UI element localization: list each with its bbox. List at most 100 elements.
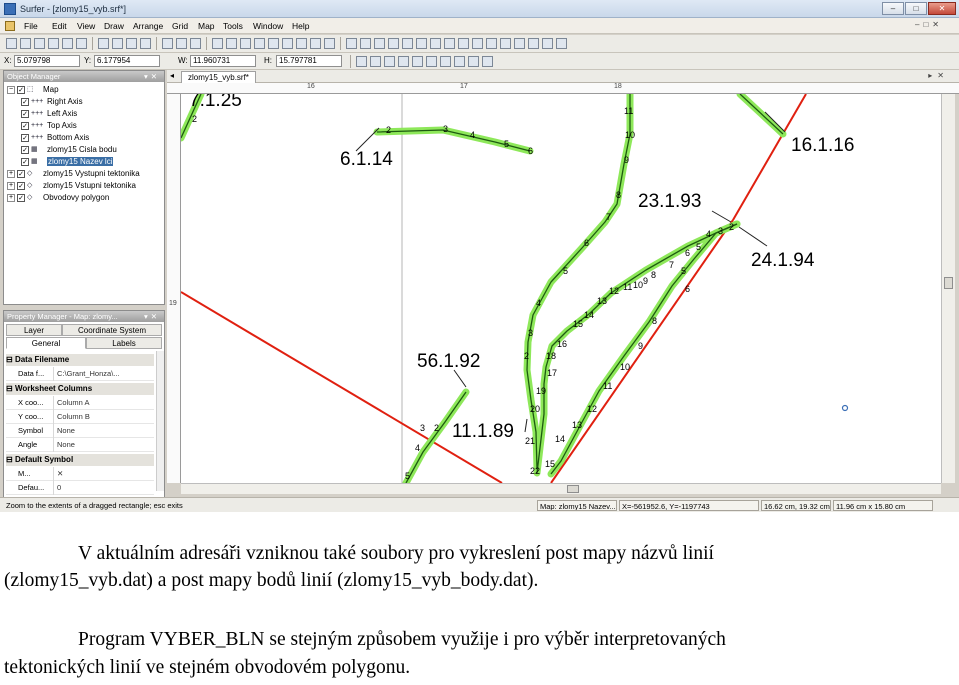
- mdi-controls[interactable]: –□✕: [915, 20, 943, 29]
- zoom-selected-icon[interactable]: [254, 38, 265, 49]
- tree-item-nazev-lci[interactable]: ✓ ▦ zlomy15 Nazev lci: [21, 156, 114, 168]
- print-icon[interactable]: [62, 38, 73, 49]
- checkbox-icon[interactable]: ✓: [17, 86, 25, 94]
- rectangle-icon[interactable]: [388, 38, 399, 49]
- mesh-icon[interactable]: [500, 38, 511, 49]
- tab-nav-icons[interactable]: ▸✕: [928, 71, 949, 80]
- image-map-icon[interactable]: [412, 56, 423, 67]
- prop-row-symbol[interactable]: Symbol None: [6, 424, 154, 438]
- prop-value[interactable]: C:\Grant_Honza\...: [53, 367, 154, 381]
- menu-map[interactable]: Map: [198, 21, 215, 31]
- pan-icon[interactable]: [310, 38, 321, 49]
- 3d-view-icon[interactable]: [482, 56, 493, 67]
- tab-layer[interactable]: Layer: [6, 324, 62, 336]
- prop-value[interactable]: Column A: [53, 396, 154, 410]
- vertical-scrollbar[interactable]: [941, 94, 955, 483]
- symbol-icon[interactable]: [444, 38, 455, 49]
- actual-size-icon[interactable]: [296, 38, 307, 49]
- section-data-filename[interactable]: ⊟ Data Filename: [6, 354, 154, 366]
- toolbar-options-icon[interactable]: [556, 38, 567, 49]
- h-field[interactable]: 15.797781: [276, 55, 342, 67]
- prop-row-x-column[interactable]: X coo... Column A: [6, 396, 154, 410]
- tree-item-vstupni[interactable]: + ✓ ◇ zlomy15 Vstupni tektonika: [7, 180, 136, 192]
- scroll-thumb[interactable]: [944, 277, 953, 289]
- tree-item-left-axis[interactable]: ✓ +++ Left Axis: [21, 108, 77, 120]
- select-all-icon[interactable]: [190, 38, 201, 49]
- paste-icon[interactable]: [126, 38, 137, 49]
- maximize-button[interactable]: □: [905, 2, 927, 15]
- prop-value[interactable]: None: [53, 438, 154, 452]
- prop-value[interactable]: None: [53, 424, 154, 438]
- menu-edit[interactable]: Edit: [52, 21, 67, 31]
- tree-item-map[interactable]: − ✓ ⬚ Map: [7, 84, 59, 96]
- horizontal-scrollbar[interactable]: [181, 483, 941, 494]
- redraw-icon[interactable]: [324, 38, 335, 49]
- checkbox-icon[interactable]: ✓: [21, 98, 29, 106]
- map-canvas[interactable]: 2 2 3 4 5 6 11 10 9 8 7 6 5 4 3 2 18 17 19 20 21 22 16 15 14 13 12…: [181, 94, 941, 483]
- checkbox-icon[interactable]: ✓: [21, 110, 29, 118]
- base-map-icon[interactable]: [384, 56, 395, 67]
- rounded-rectangle-icon[interactable]: [402, 38, 413, 49]
- scroll-thumb[interactable]: [567, 485, 579, 493]
- save-icon[interactable]: [48, 38, 59, 49]
- menu-tools[interactable]: Tools: [223, 21, 243, 31]
- reshape-icon[interactable]: [458, 38, 469, 49]
- menu-file[interactable]: File: [24, 21, 38, 31]
- x-field[interactable]: 5.079798: [14, 55, 80, 67]
- menu-arrange[interactable]: Arrange: [133, 21, 163, 31]
- checkbox-icon[interactable]: ✓: [21, 122, 29, 130]
- menu-grid[interactable]: Grid: [172, 21, 188, 31]
- y-field[interactable]: 6.177954: [94, 55, 160, 67]
- open-icon[interactable]: [34, 38, 45, 49]
- prop-row-angle[interactable]: Angle None: [6, 438, 154, 452]
- tree-item-top-axis[interactable]: ✓ +++ Top Axis: [21, 120, 77, 132]
- property-scrollbar[interactable]: [156, 351, 164, 491]
- prop-row-data-file[interactable]: Data f... C:\Grant_Honza\...: [6, 367, 154, 381]
- tree-item-bottom-axis[interactable]: ✓ +++ Bottom Axis: [21, 132, 89, 144]
- menu-view[interactable]: View: [77, 21, 95, 31]
- shaded-relief-icon[interactable]: [426, 56, 437, 67]
- tab-labels[interactable]: Labels: [86, 337, 162, 349]
- arrow-icon[interactable]: [486, 38, 497, 49]
- expand-icon[interactable]: +: [7, 170, 15, 178]
- pane-controls[interactable]: ▾✕: [144, 71, 160, 82]
- w-field[interactable]: 11.960731: [190, 55, 256, 67]
- new-icon[interactable]: [6, 38, 17, 49]
- prop-value[interactable]: 0: [53, 481, 154, 495]
- ellipse-icon[interactable]: [416, 38, 427, 49]
- menu-help[interactable]: Help: [292, 21, 309, 31]
- prop-value[interactable]: Column B: [53, 410, 154, 424]
- collapse-icon[interactable]: −: [7, 86, 15, 94]
- polyline-icon[interactable]: [360, 38, 371, 49]
- section-default-symbol[interactable]: ⊟ Default Symbol: [6, 454, 154, 466]
- undo-icon[interactable]: [162, 38, 173, 49]
- zoom-page-icon[interactable]: [268, 38, 279, 49]
- checkbox-icon[interactable]: ✓: [21, 134, 29, 142]
- pane-controls[interactable]: ▾✕: [144, 311, 160, 322]
- document-tab[interactable]: zlomy15_vyb.srf*: [181, 71, 256, 83]
- wireframe-icon[interactable]: [454, 56, 465, 67]
- copy-icon[interactable]: [112, 38, 123, 49]
- checkbox-icon[interactable]: ✓: [21, 146, 29, 154]
- checkbox-icon[interactable]: ✓: [17, 194, 25, 202]
- checkbox-icon[interactable]: ✓: [17, 170, 25, 178]
- contour-map-icon[interactable]: [370, 56, 381, 67]
- collapse-icon[interactable]: ⊟: [6, 455, 15, 464]
- contour-icon[interactable]: [514, 38, 525, 49]
- menu-draw[interactable]: Draw: [104, 21, 124, 31]
- zoom-full-icon[interactable]: [282, 38, 293, 49]
- checkbox-icon[interactable]: ✓: [17, 182, 25, 190]
- minimize-button[interactable]: –: [882, 2, 904, 15]
- expand-icon[interactable]: +: [7, 182, 15, 190]
- spline-icon[interactable]: [430, 38, 441, 49]
- tab-coordinate-system[interactable]: Coordinate System: [62, 324, 162, 336]
- spline-smooth-icon[interactable]: [542, 38, 553, 49]
- new-worksheet-icon[interactable]: [20, 38, 31, 49]
- section-worksheet-columns[interactable]: ⊟ Worksheet Columns: [6, 383, 154, 395]
- curve-icon[interactable]: [528, 38, 539, 49]
- zoom-in-icon[interactable]: [212, 38, 223, 49]
- expand-icon[interactable]: +: [7, 194, 15, 202]
- tree-item-cisla-bodu[interactable]: ✓ ▦ zlomy15 Cisla bodu: [21, 144, 117, 156]
- zoom-rectangle-icon[interactable]: [240, 38, 251, 49]
- print-preview-icon[interactable]: [76, 38, 87, 49]
